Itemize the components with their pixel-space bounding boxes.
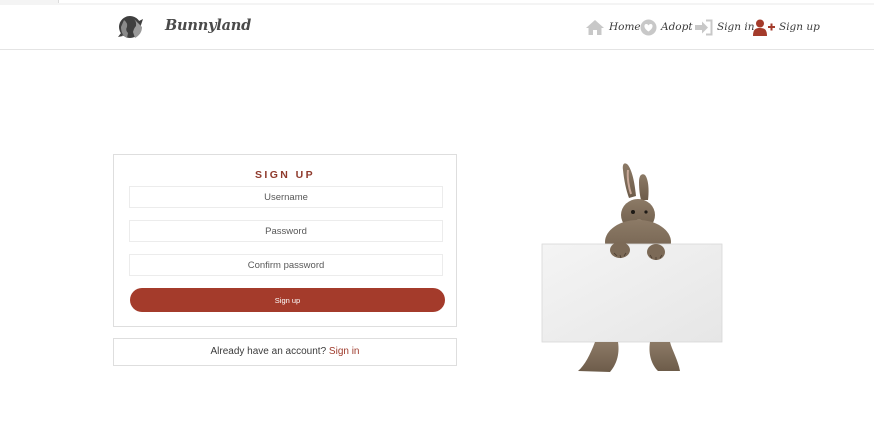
- sign-up-card: SIGN UP Sign up: [113, 154, 457, 327]
- nav-sign-in-label: Sign in: [717, 21, 755, 33]
- nav-home-label: Home: [609, 21, 641, 33]
- username-input[interactable]: [129, 186, 443, 208]
- globe-logo-icon[interactable]: [117, 13, 145, 41]
- nav-adopt[interactable]: Adopt: [640, 17, 693, 37]
- user-plus-icon: [753, 19, 775, 36]
- brand-name[interactable]: Bunnyland: [165, 17, 251, 34]
- nav-adopt-label: Adopt: [661, 21, 693, 33]
- sign-in-icon: [695, 19, 713, 35]
- nav-sign-up-label: Sign up: [779, 21, 820, 33]
- heart-icon: [640, 19, 657, 35]
- navbar: Bunnyland Home Adopt Sign in Sign up: [0, 5, 874, 50]
- sign-in-prompt-text: Already have an account?: [210, 346, 329, 357]
- nav-sign-up[interactable]: Sign up: [753, 17, 820, 37]
- confirm-password-input[interactable]: [129, 254, 443, 276]
- nav-home[interactable]: Home: [585, 17, 641, 37]
- sign-up-title: SIGN UP: [255, 169, 315, 181]
- home-icon: [586, 19, 604, 35]
- bunny-holding-sign-image: [541, 163, 723, 372]
- password-input[interactable]: [129, 220, 443, 242]
- sign-up-button[interactable]: Sign up: [130, 288, 445, 312]
- browser-tab-edge: [58, 0, 874, 3]
- sign-in-prompt-box: Already have an account? Sign in: [113, 338, 457, 366]
- sign-in-link[interactable]: Sign in: [329, 346, 360, 357]
- nav-sign-in[interactable]: Sign in: [694, 17, 755, 37]
